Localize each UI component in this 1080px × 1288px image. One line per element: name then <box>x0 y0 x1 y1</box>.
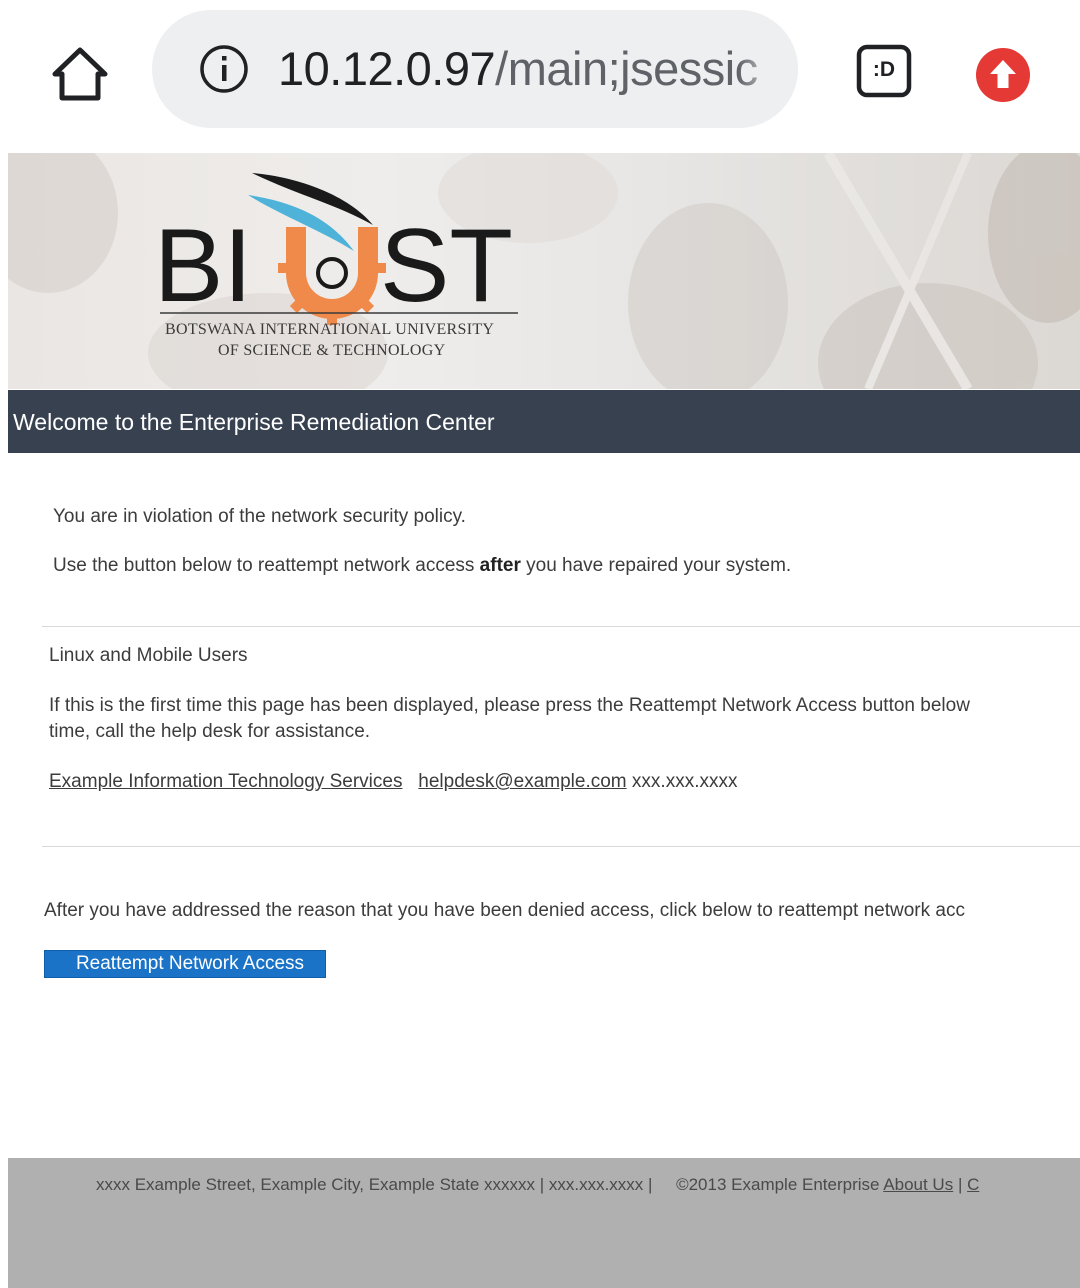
instruction-post: you have repaired your system. <box>520 555 792 576</box>
helpdesk-phone: xxx.xxx.xxxx <box>631 771 738 792</box>
instruction-pre: Use the button below to reattempt networ… <box>53 555 480 576</box>
home-button[interactable] <box>50 44 110 104</box>
section-body-line1: If this is the first time this page has … <box>49 695 970 716</box>
tab-switcher-label: :D <box>872 58 896 81</box>
after-message: After you have addressed the reason that… <box>44 900 965 921</box>
contact-line: Example Information Technology Services … <box>49 769 737 795</box>
contact-link[interactable]: C <box>967 1175 979 1194</box>
section-body-line2: time, call the help desk for assistance. <box>49 721 371 742</box>
logo-university-name: Botswana International University <box>165 321 495 338</box>
url-path: /main;jsessic <box>495 42 758 95</box>
footer: xxxx Example Street, Example City, Examp… <box>8 1158 1080 1288</box>
footer-separator: | <box>953 1175 968 1194</box>
upload-icon <box>976 48 1030 102</box>
violation-message: You are in violation of the network secu… <box>53 506 466 527</box>
home-icon <box>52 47 108 101</box>
instruction-message: Use the button below to reattempt networ… <box>53 553 791 579</box>
logo-university-subtitle: of Science & Technology <box>218 342 446 359</box>
logo-letters-left: BI <box>154 208 252 324</box>
logo-letters-right: ST <box>380 208 513 324</box>
instruction-bold: after <box>479 555 521 576</box>
url-text[interactable]: 10.12.0.97/main;jsessic <box>278 41 758 97</box>
logo-graphic: BI ST <box>154 173 518 327</box>
header-strip: Welcome to the Enterprise Remediation Ce… <box>8 390 1080 453</box>
browser-toolbar: 10.12.0.97/main;jsessic :D <box>0 0 1080 150</box>
section-title: Linux and Mobile Users <box>49 645 248 666</box>
reattempt-network-access-button[interactable]: Reattempt Network Access <box>44 950 326 978</box>
address-bar[interactable]: 10.12.0.97/main;jsessic <box>152 10 798 128</box>
divider <box>42 846 1080 847</box>
page-title: Welcome to the Enterprise Remediation Ce… <box>13 409 495 435</box>
biust-logo: BI ST Botswana International University … <box>148 165 558 365</box>
banner: BI ST Botswana International University … <box>8 153 1080 389</box>
info-icon[interactable] <box>198 43 250 95</box>
footer-copyright: ©2013 Example Enterprise <box>676 1175 884 1194</box>
divider <box>42 626 1080 627</box>
url-fade <box>738 10 798 128</box>
footer-text: xxxx Example Street, Example City, Examp… <box>96 1173 979 1197</box>
helpdesk-email-link[interactable]: helpdesk@example.com <box>418 771 626 792</box>
footer-address: xxxx Example Street, Example City, Examp… <box>96 1175 653 1194</box>
tab-switcher-button[interactable]: :D <box>856 44 912 98</box>
it-services-link[interactable]: Example Information Technology Services <box>49 771 402 792</box>
upload-button[interactable] <box>974 46 1032 104</box>
logo-gear <box>278 227 386 327</box>
about-us-link[interactable]: About Us <box>883 1175 953 1194</box>
url-host: 10.12.0.97 <box>278 42 496 95</box>
